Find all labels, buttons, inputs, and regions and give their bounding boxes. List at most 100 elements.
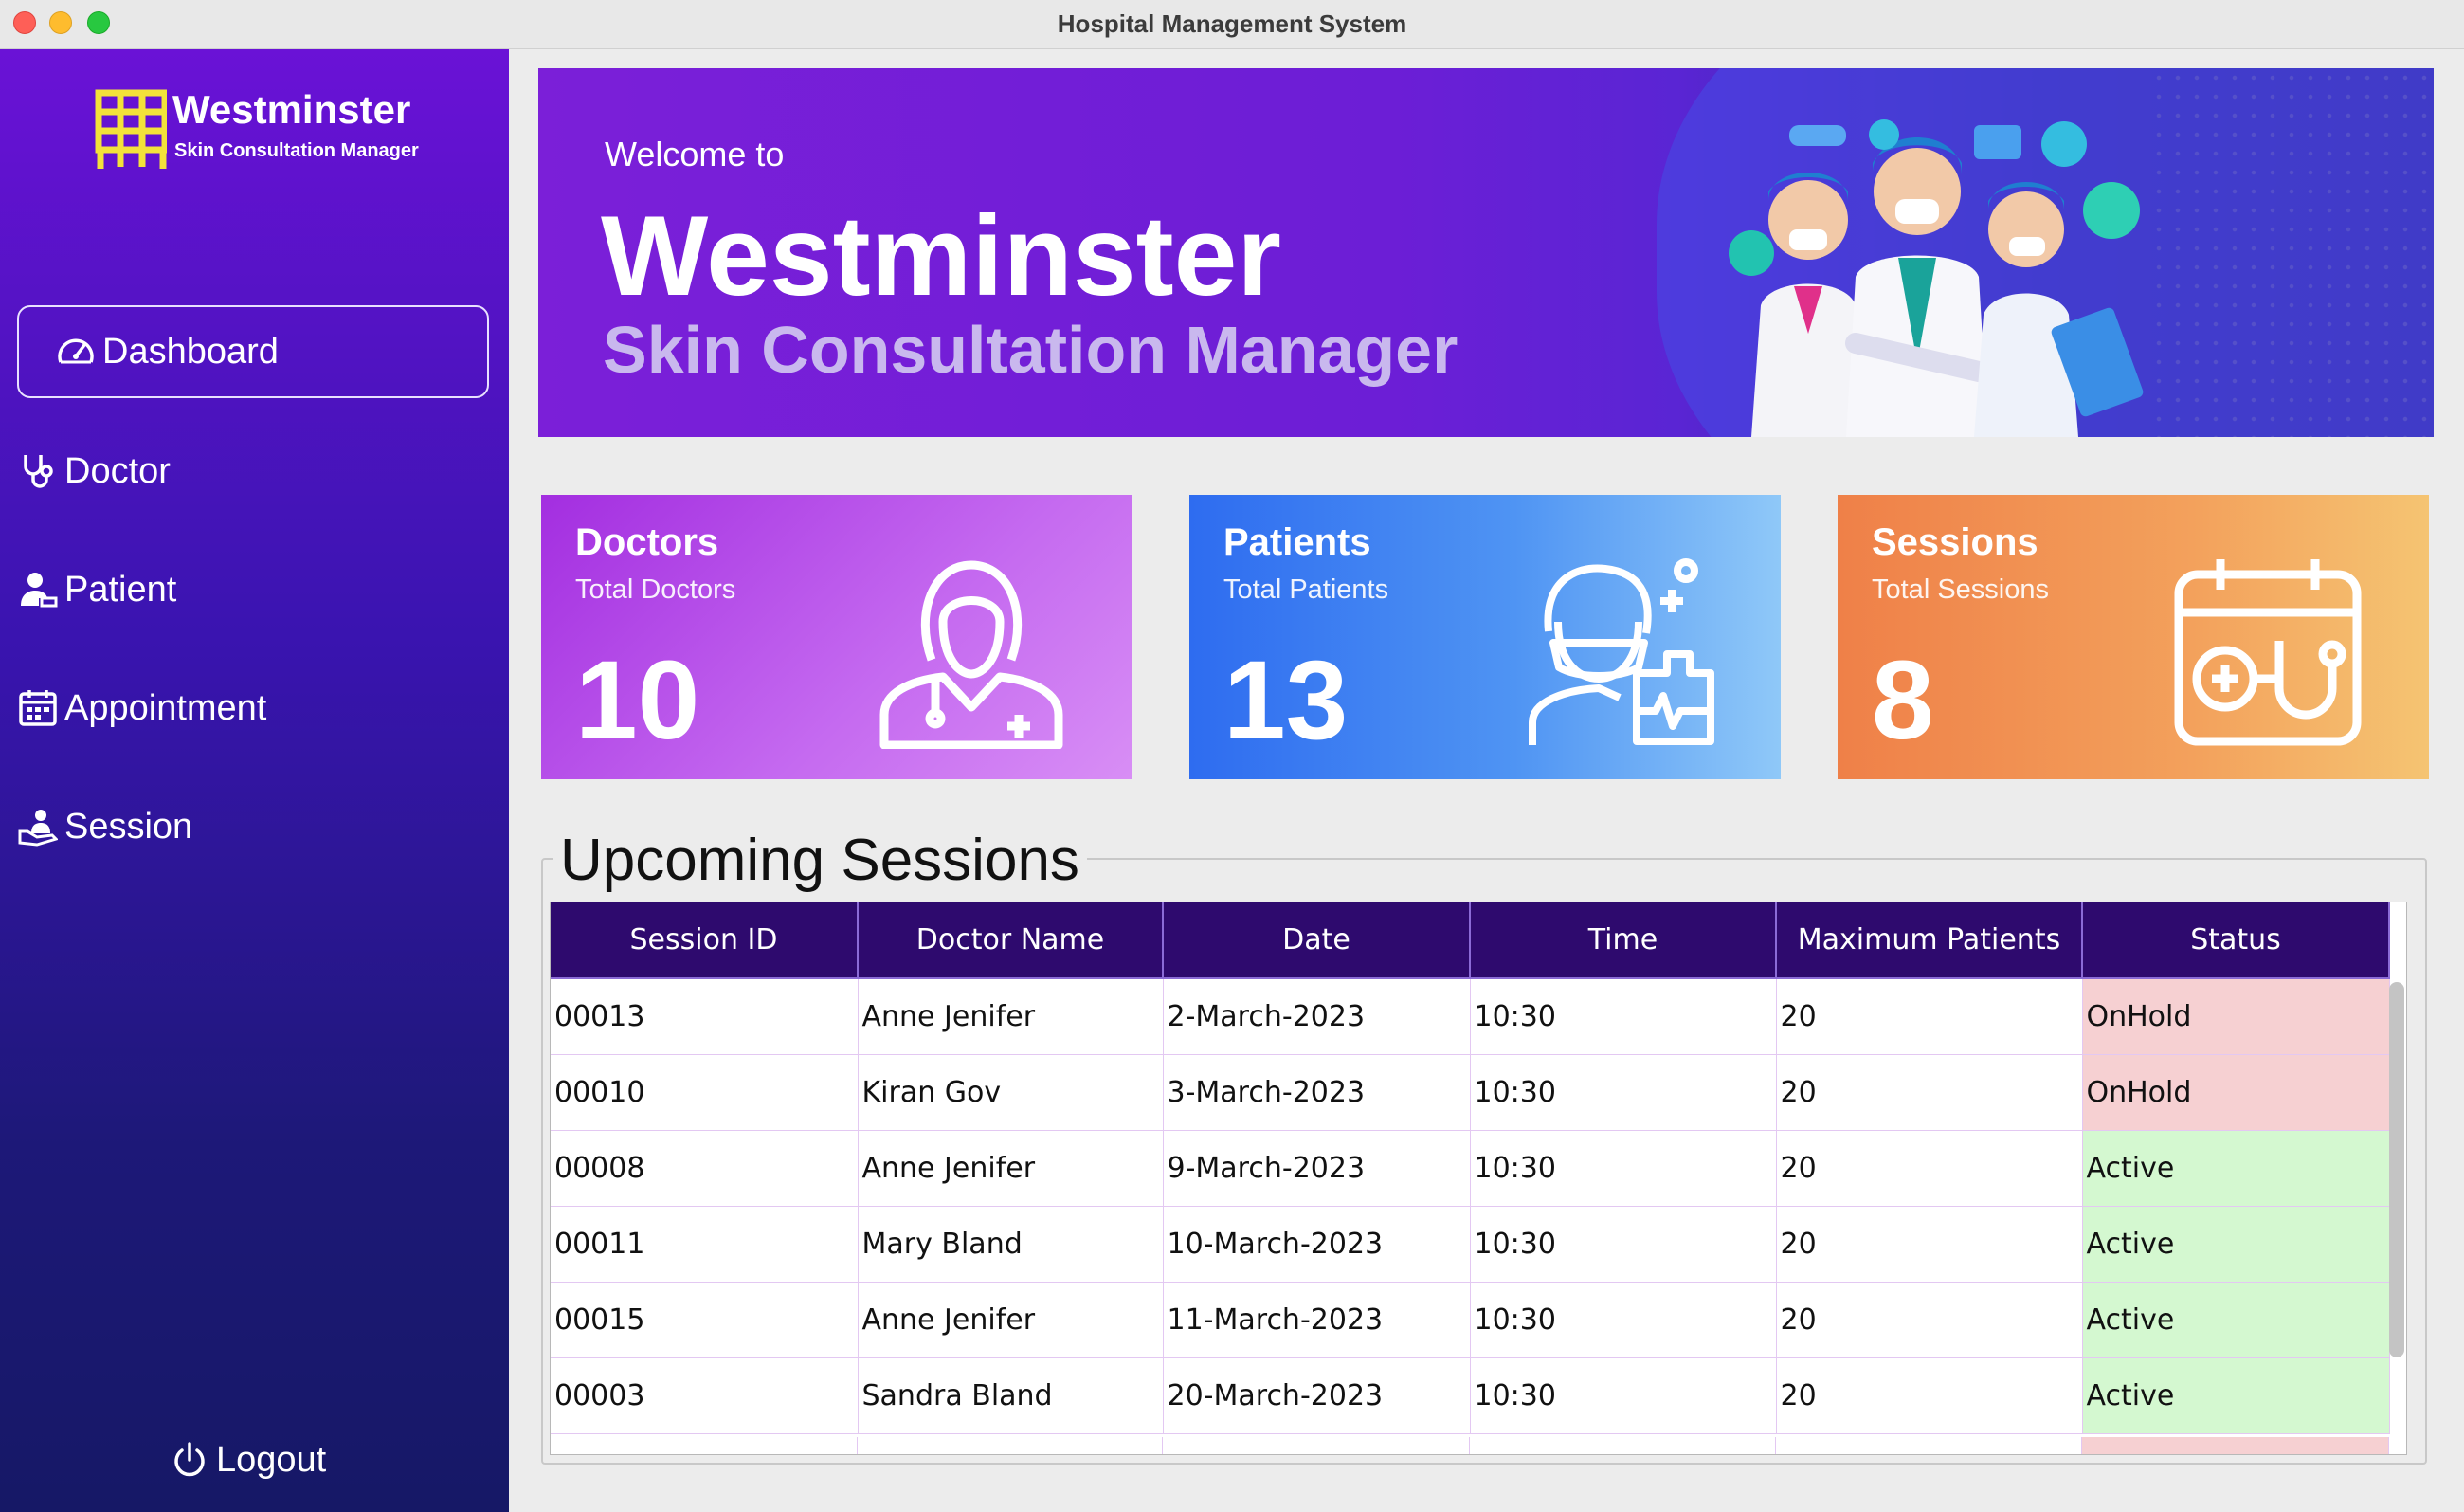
date-cell: 9-March-2023 [1163, 1130, 1471, 1207]
table-row[interactable]: 00013 Anne Jenifer 2-March-2023 10:30 20… [551, 978, 2390, 1055]
female-doctor-icon [879, 560, 1063, 749]
sidebar-item-session[interactable]: Session [17, 780, 489, 873]
table-row[interactable]: 00015 Anne Jenifer 11-March-2023 10:30 2… [551, 1282, 2390, 1358]
time-cell: 10:30 [1470, 1054, 1777, 1131]
date-cell: 11-March-2023 [1163, 1282, 1471, 1358]
column-header-time[interactable]: Time [1470, 902, 1777, 979]
patients-stat-card[interactable]: Patients Total Patients 13 [1189, 495, 1781, 779]
sessions-stat-card[interactable]: Sessions Total Sessions 8 [1838, 495, 2429, 779]
column-header-status[interactable]: Status [2082, 902, 2390, 979]
building-logo-icon [95, 89, 167, 169]
table-row-partial[interactable] [551, 1437, 2389, 1454]
doctor-name-cell: Anne Jenifer [858, 1282, 1164, 1358]
date-cell: 2-March-2023 [1163, 978, 1471, 1055]
calendar-icon [17, 687, 59, 729]
time-cell: 10:30 [1470, 1206, 1777, 1283]
table-scrollbar[interactable] [2389, 982, 2404, 1357]
column-header-date[interactable]: Date [1163, 902, 1471, 979]
doctors-stat-card[interactable]: Doctors Total Doctors 10 [541, 495, 1132, 779]
column-header-doctor-name[interactable]: Doctor Name [858, 902, 1164, 979]
session-icon [17, 806, 59, 847]
sidebar-item-label: Patient [64, 569, 177, 610]
session-id-cell: 00015 [551, 1282, 859, 1358]
upcoming-sessions-title: Upcoming Sessions [553, 827, 1087, 894]
table-header-row: Session ID Doctor Name Date Time Maximum… [551, 902, 2390, 979]
sessions-count: 8 [1872, 638, 1934, 763]
logo-subtitle: Skin Consultation Manager [174, 140, 419, 161]
status-cell: Active [2082, 1282, 2390, 1358]
max-patients-cell: 20 [1776, 1357, 2083, 1434]
time-cell: 10:30 [1470, 1130, 1777, 1207]
session-id-cell: 00011 [551, 1206, 859, 1283]
session-id-cell: 00008 [551, 1130, 859, 1207]
doctors-illustration-icon [1729, 119, 2144, 437]
doctor-name-cell: Sandra Bland [858, 1357, 1164, 1434]
doctor-name-cell: Anne Jenifer [858, 1130, 1164, 1207]
date-cell: 10-March-2023 [1163, 1206, 1471, 1283]
status-cell: Active [2082, 1206, 2390, 1283]
table-row[interactable]: 00010 Kiran Gov 3-March-2023 10:30 20 On… [551, 1054, 2390, 1131]
sidebar-item-dashboard[interactable]: Dashboard [17, 305, 489, 398]
welcome-banner: Welcome to Westminster Skin Consultation… [538, 68, 2434, 437]
app-logo: Westminster Skin Consultation Manager [95, 87, 474, 182]
sidebar-item-doctor[interactable]: Doctor [17, 425, 489, 518]
sidebar-item-label: Doctor [64, 450, 171, 491]
time-cell: 10:30 [1470, 1282, 1777, 1358]
column-header-session-id[interactable]: Session ID [551, 902, 859, 979]
sidebar-item-patient[interactable]: Patient [17, 543, 489, 636]
session-id-cell: 00010 [551, 1054, 859, 1131]
title-bar: Hospital Management System [0, 0, 2464, 49]
max-patients-cell: 20 [1776, 1130, 2083, 1207]
banner-subtitle: Skin Consultation Manager [603, 313, 1458, 387]
window-title: Hospital Management System [1057, 9, 1407, 38]
patients-card-subtitle: Total Patients [1223, 574, 1389, 605]
patients-count: 13 [1223, 638, 1349, 763]
max-patients-cell: 20 [1776, 978, 2083, 1055]
doctors-card-subtitle: Total Doctors [575, 574, 736, 605]
status-cell: OnHold [2082, 978, 2390, 1055]
app-window: Hospital Management System Westminster S… [0, 0, 2464, 1512]
sessions-table: Session ID Doctor Name Date Time Maximum… [550, 902, 2407, 1455]
doctor-name-cell: Anne Jenifer [858, 978, 1164, 1055]
sidebar-item-label: Dashboard [102, 331, 279, 372]
doctor-name-cell: Kiran Gov [858, 1054, 1164, 1131]
max-patients-cell: 20 [1776, 1054, 2083, 1131]
status-cell: Active [2082, 1130, 2390, 1207]
date-cell: 20-March-2023 [1163, 1357, 1471, 1434]
sidebar-item-label: Session [64, 806, 193, 847]
banner-title: Westminster [601, 192, 1282, 319]
column-header-maximum-patients[interactable]: Maximum Patients [1776, 902, 2083, 979]
doctors-count: 10 [575, 638, 700, 763]
sessions-card-subtitle: Total Sessions [1872, 574, 2049, 605]
status-cell: OnHold [2082, 1054, 2390, 1131]
date-cell: 3-March-2023 [1163, 1054, 1471, 1131]
time-cell: 10:30 [1470, 978, 1777, 1055]
logo-title: Westminster [172, 87, 411, 132]
session-id-cell: 00003 [551, 1357, 859, 1434]
power-icon [171, 1440, 210, 1480]
status-cell: Active [2082, 1357, 2390, 1434]
calendar-stethoscope-icon [2174, 559, 2362, 746]
table-row[interactable]: 00008 Anne Jenifer 9-March-2023 10:30 20… [551, 1130, 2390, 1207]
session-id-cell: 00013 [551, 978, 859, 1055]
logout-button[interactable]: Logout [171, 1431, 326, 1488]
banner-dot-pattern [2149, 68, 2434, 437]
table-row[interactable]: 00011 Mary Bland 10-March-2023 10:30 20 … [551, 1206, 2390, 1283]
stethoscope-icon [17, 450, 59, 492]
sessions-card-title: Sessions [1872, 521, 2038, 563]
doctor-name-cell: Mary Bland [858, 1206, 1164, 1283]
sidebar-item-appointment[interactable]: Appointment [17, 662, 489, 755]
max-patients-cell: 20 [1776, 1206, 2083, 1283]
sidebar: Westminster Skin Consultation Manager Da… [0, 49, 509, 1512]
sidebar-item-label: Appointment [64, 687, 267, 728]
patient-icon [17, 569, 59, 610]
dashboard-gauge-icon [55, 331, 97, 373]
doctors-card-title: Doctors [575, 521, 719, 563]
masked-patient-icon [1529, 558, 1714, 745]
time-cell: 10:30 [1470, 1357, 1777, 1434]
patients-card-title: Patients [1223, 521, 1371, 563]
banner-welcome-text: Welcome to [605, 135, 785, 173]
max-patients-cell: 20 [1776, 1282, 2083, 1358]
table-row[interactable]: 00003 Sandra Bland 20-March-2023 10:30 2… [551, 1357, 2390, 1434]
logout-label: Logout [216, 1439, 327, 1480]
